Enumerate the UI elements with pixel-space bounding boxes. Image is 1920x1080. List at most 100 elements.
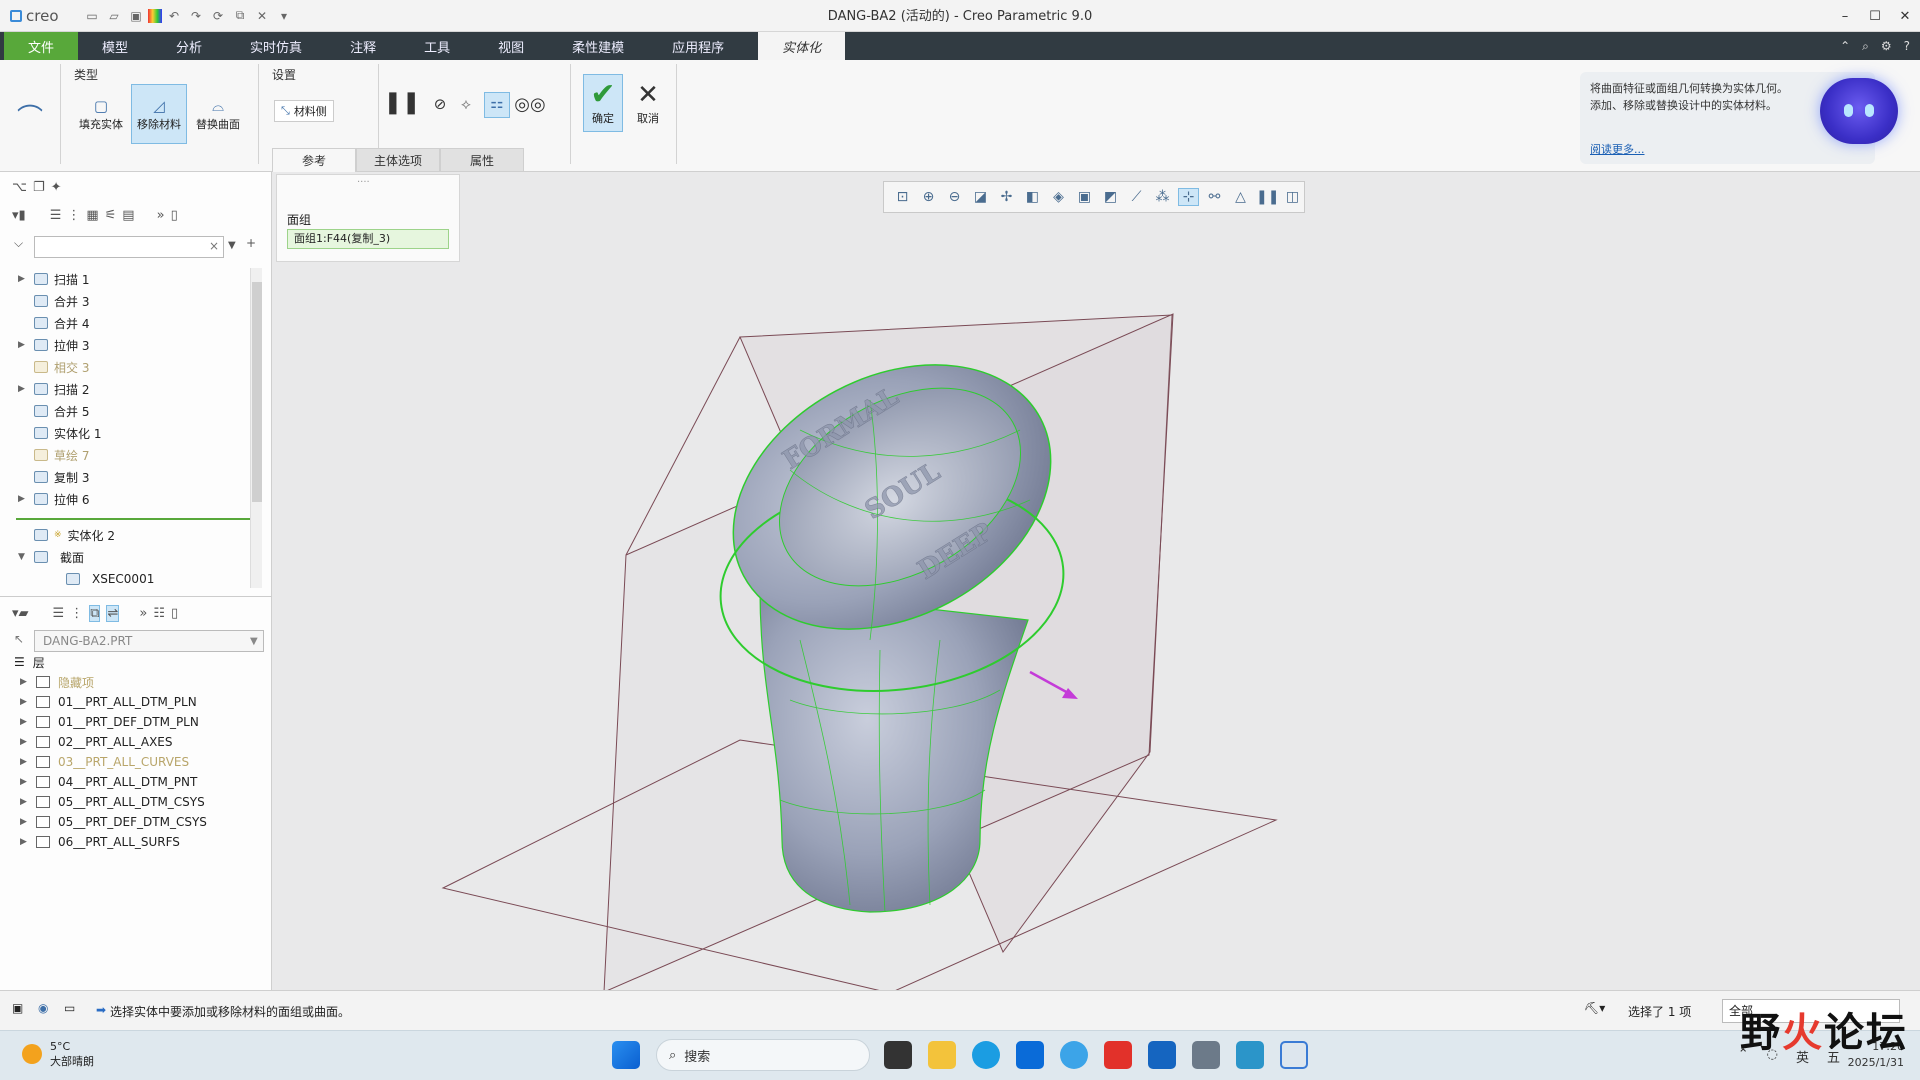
tab-body-options[interactable]: 主体选项 xyxy=(356,148,440,172)
layer-expand-icon[interactable]: ☰ xyxy=(53,606,65,621)
ai-assistant-robot-icon[interactable] xyxy=(1820,78,1898,144)
active-part-selector[interactable]: DANG-BA2.PRT xyxy=(34,630,264,652)
layer-item[interactable]: ▶ 03__PRT_ALL_CURVES xyxy=(20,752,189,772)
creo-app-icon[interactable] xyxy=(1236,1041,1264,1069)
msp-icon[interactable] xyxy=(1016,1041,1044,1069)
file-explorer-icon[interactable] xyxy=(928,1041,956,1069)
nav-options-icon[interactable]: ◫ xyxy=(1282,189,1303,205)
csys-display-icon[interactable]: ⊹ xyxy=(1178,188,1199,206)
expand-tree-icon[interactable]: ☰ xyxy=(50,208,62,223)
expand-arrow-icon[interactable]: ▶ xyxy=(20,677,28,687)
part-dropdown-icon[interactable]: ▼ xyxy=(250,636,258,647)
wps-icon[interactable] xyxy=(1104,1041,1132,1069)
filter-icon[interactable]: ⌵ xyxy=(14,236,23,251)
tree-item[interactable]: 合并 4 xyxy=(18,312,89,334)
customize-qat-icon[interactable]: ▾ xyxy=(274,6,294,26)
tree-filter-dropdown-icon[interactable]: ▾▮ xyxy=(12,208,26,223)
search-command-icon[interactable]: ⌕ xyxy=(1862,39,1869,54)
layer-notes-icon[interactable]: ▯ xyxy=(171,606,178,621)
tab-tools[interactable]: 工具 xyxy=(400,32,474,60)
open-file-icon[interactable]: ▱ xyxy=(104,6,124,26)
layer-item[interactable]: ▶ 04__PRT_ALL_DTM_PNT xyxy=(20,772,197,792)
start-icon[interactable] xyxy=(612,1041,640,1069)
layer-dropdown-icon[interactable]: ▾▰ xyxy=(12,606,29,621)
tree-columns-icon[interactable]: ▦ xyxy=(86,208,98,223)
display-style-icon[interactable]: ◧ xyxy=(1022,189,1043,205)
qq-icon[interactable] xyxy=(1060,1041,1088,1069)
tree-item[interactable]: ▶ 拉伸 6 xyxy=(18,488,89,510)
tree-item[interactable]: 合并 5 xyxy=(18,400,89,422)
preview-button[interactable]: ⟡ xyxy=(456,94,476,114)
redo-icon[interactable]: ↷ xyxy=(186,6,206,26)
ok-button[interactable]: ✔ 确定 xyxy=(583,74,623,132)
pause-regen-icon[interactable]: ❚❚ xyxy=(1256,189,1279,205)
expand-arrow-icon[interactable]: ▶ xyxy=(18,494,28,504)
tab-analysis[interactable]: 分析 xyxy=(152,32,226,60)
verify-button[interactable]: ⚏ xyxy=(484,92,510,118)
tab-model[interactable]: 模型 xyxy=(78,32,152,60)
expand-arrow-icon[interactable]: ▶ xyxy=(20,837,28,847)
tree-item[interactable]: 实体化 1 xyxy=(18,422,101,444)
glasses-preview-button[interactable]: ◎◎ xyxy=(514,94,545,115)
taskbar-search[interactable]: ⌕ 搜索 xyxy=(656,1039,870,1071)
layer-settings-icon[interactable]: ☷ xyxy=(153,606,165,621)
weather-widget[interactable]: 5°C 大部晴朗 xyxy=(22,1039,94,1069)
tab-view[interactable]: 视图 xyxy=(474,32,548,60)
model-3d-view[interactable]: FORMAL SOUL DEEP xyxy=(274,174,1920,994)
layer-item[interactable]: ▶ 05__PRT_DEF_DTM_CSYS xyxy=(20,812,207,832)
pause-button[interactable]: ❚❚ xyxy=(384,90,421,115)
annotations-display-icon[interactable]: ⚯ xyxy=(1204,189,1225,205)
collapse-ribbon-icon[interactable]: ⌃ xyxy=(1840,39,1850,53)
task-view-icon[interactable] xyxy=(884,1041,912,1069)
refit-icon[interactable]: ⊡ xyxy=(892,189,913,205)
expand-arrow-icon[interactable]: ▶ xyxy=(20,777,28,787)
tree-item[interactable]: 草绘 7 xyxy=(18,444,89,466)
tree-item[interactable]: XSEC0001 xyxy=(50,568,154,590)
help-icon[interactable]: ? xyxy=(1904,39,1910,53)
replace-surface-button[interactable]: ⌓ 替换曲面 xyxy=(190,86,246,142)
smart-select-icon[interactable]: ⛏▾ xyxy=(1584,1001,1605,1015)
expand-arrow-icon[interactable]: ▶ xyxy=(18,274,28,284)
regenerate-icon[interactable]: ⟳ xyxy=(208,6,228,26)
expand-arrow-icon[interactable]: ▶ xyxy=(20,757,28,767)
cancel-button[interactable]: ✕ 取消 xyxy=(628,74,668,132)
notes-icon[interactable]: ▯ xyxy=(171,208,178,223)
layer-root[interactable]: ☰ 层 xyxy=(14,652,45,672)
tree-settings-icon[interactable]: ⚟ xyxy=(105,208,117,223)
model-tree-search-input[interactable]: × xyxy=(34,236,224,258)
creo-window-icon[interactable] xyxy=(1280,1041,1308,1069)
tree-item[interactable]: ▼ 截面 xyxy=(18,546,84,568)
zoom-out-icon[interactable]: ⊖ xyxy=(944,189,965,205)
expand-arrow-icon[interactable]: ▶ xyxy=(18,384,28,394)
expand-arrow-icon[interactable]: ▶ xyxy=(18,340,28,350)
settings-icon[interactable]: ⚙ xyxy=(1881,39,1892,53)
favorites-tab-icon[interactable]: ✦ xyxy=(51,180,62,195)
layer-item[interactable]: ▶ 隐藏项 xyxy=(20,672,94,692)
save-icon[interactable]: ▣ xyxy=(126,6,146,26)
maximize-button[interactable]: ☐ xyxy=(1860,0,1890,32)
no-preview-button[interactable]: ⊘ xyxy=(430,94,450,114)
outlook-icon[interactable] xyxy=(1148,1041,1176,1069)
material-side-button[interactable]: ⤡ 材料侧 xyxy=(274,100,334,122)
tab-solidify[interactable]: 实体化 xyxy=(758,32,846,60)
repaint-icon[interactable]: ◪ xyxy=(970,189,991,205)
layer-item[interactable]: ▶ 01__PRT_ALL_DTM_PLN xyxy=(20,692,197,712)
tab-references[interactable]: 参考 xyxy=(272,148,356,172)
saved-views-icon[interactable]: ◈ xyxy=(1048,189,1069,205)
read-more-link[interactable]: 阅读更多... xyxy=(1590,141,1645,158)
calculator-icon[interactable] xyxy=(1192,1041,1220,1069)
tab-flexible-modeling[interactable]: 柔性建模 xyxy=(548,32,648,60)
model-tree-tab-icon[interactable]: ⌥ xyxy=(12,180,27,195)
tab-annotate[interactable]: 注释 xyxy=(326,32,400,60)
zoom-in-icon[interactable]: ⊕ xyxy=(918,189,939,205)
layer-more-icon[interactable]: » xyxy=(139,606,147,621)
spin-center-icon[interactable]: ✢ xyxy=(996,189,1017,205)
tree-item[interactable]: 复制 3 xyxy=(18,466,89,488)
insert-here-line[interactable] xyxy=(16,518,252,520)
layer-item[interactable]: ▶ 06__PRT_ALL_SURFS xyxy=(20,832,180,852)
tab-properties[interactable]: 属性 xyxy=(440,148,524,172)
undo-icon[interactable]: ↶ xyxy=(164,6,184,26)
expand-arrow-icon[interactable]: ▶ xyxy=(20,697,28,707)
close-button[interactable]: ✕ xyxy=(1890,0,1920,32)
edge-icon[interactable] xyxy=(972,1041,1000,1069)
